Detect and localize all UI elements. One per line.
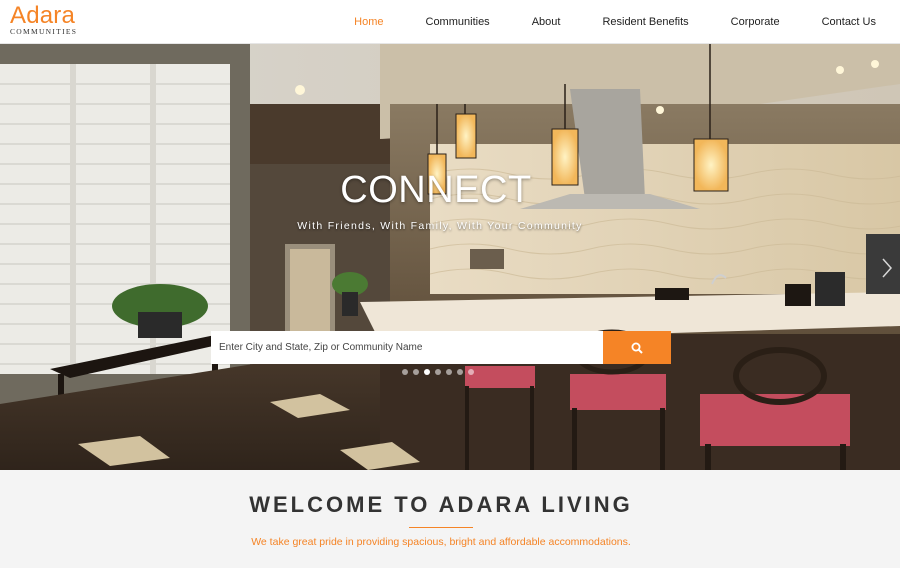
nav-corporate[interactable]: Corporate [731, 16, 780, 28]
slider-dot-1[interactable] [402, 369, 408, 375]
search-icon [631, 342, 643, 354]
nav-contact-us[interactable]: Contact Us [822, 16, 876, 28]
slider-dot-3[interactable] [424, 369, 430, 375]
welcome-text: We take great pride in providing spaciou… [251, 536, 631, 548]
site-header: Adara COMMUNITIES Home Communities About… [0, 0, 900, 44]
slider-dot-2[interactable] [413, 369, 419, 375]
hero-subtitle: With Friends, With Family, With Your Com… [297, 220, 583, 232]
nav-resident-benefits[interactable]: Resident Benefits [602, 16, 688, 28]
hero-background-image [0, 44, 900, 470]
hero-slider: CONNECT With Friends, With Family, With … [0, 44, 900, 470]
slider-dot-6[interactable] [457, 369, 463, 375]
slider-dot-7[interactable] [468, 369, 474, 375]
hero-title: CONNECT [340, 169, 532, 211]
chevron-right-icon[interactable] [880, 256, 894, 280]
community-search [211, 331, 671, 364]
title-divider [409, 527, 473, 528]
nav-communities[interactable]: Communities [426, 16, 490, 28]
logo-tagline: COMMUNITIES [10, 27, 78, 36]
slider-dot-5[interactable] [446, 369, 452, 375]
slider-pagination [402, 369, 479, 375]
adara-logo[interactable]: Adara COMMUNITIES [8, 2, 88, 38]
slider-dot-4[interactable] [435, 369, 441, 375]
logo-wordmark: Adara [10, 2, 76, 29]
nav-home[interactable]: Home [354, 16, 383, 28]
welcome-section: WELCOME TO ADARA LIVING We take great pr… [0, 470, 900, 568]
nav-about[interactable]: About [532, 16, 561, 28]
search-button[interactable] [603, 331, 671, 364]
welcome-title: WELCOME TO ADARA LIVING [249, 492, 633, 517]
main-nav: Home Communities About Resident Benefits… [312, 0, 876, 44]
search-input[interactable] [211, 331, 603, 364]
